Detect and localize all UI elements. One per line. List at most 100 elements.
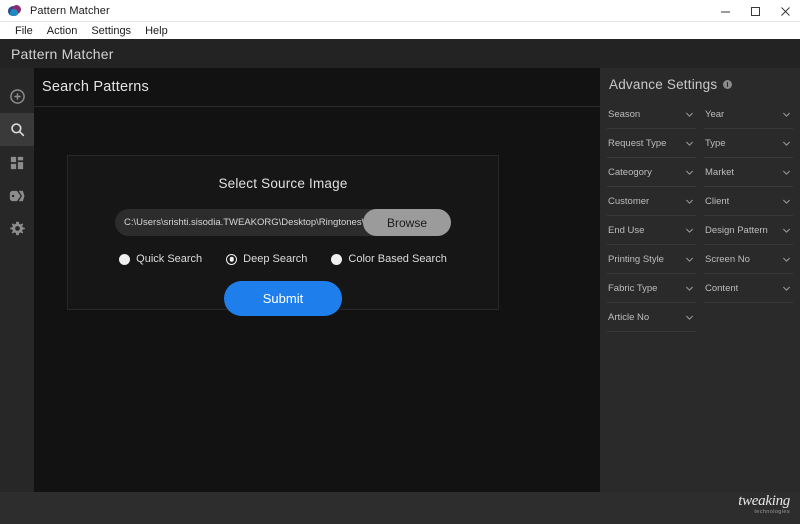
dropdown-printing-style[interactable]: Printing Style [607, 245, 696, 274]
dropdown-year[interactable]: Year [704, 100, 793, 129]
dropdown-label: Request Type [608, 137, 667, 149]
app-header: Pattern Matcher [0, 39, 800, 68]
radio-indicator [331, 253, 343, 265]
browse-button[interactable]: Browse [363, 209, 451, 236]
radio-option-quick-search[interactable]: Quick Search [119, 253, 202, 265]
close-icon [780, 6, 790, 16]
dropdown-label: Screen No [705, 253, 750, 265]
dropdown-content[interactable]: Content [704, 274, 793, 303]
dropdown-screen-no[interactable]: Screen No [704, 245, 793, 274]
dropdown-label: Printing Style [608, 253, 664, 265]
dropdown-label: Season [608, 108, 641, 120]
radio-label: Deep Search [243, 253, 308, 265]
dropdown-label: Type [705, 137, 726, 149]
chevron-down-icon [685, 168, 694, 177]
radio-label: Quick Search [136, 253, 203, 265]
chevron-down-icon [685, 313, 694, 322]
chevron-down-icon [685, 197, 694, 206]
sidebar-item-settings[interactable] [0, 212, 34, 245]
minimize-icon [720, 11, 730, 12]
menu-bar: File Action Settings Help [0, 22, 800, 39]
chevron-down-icon [782, 284, 791, 293]
dropdown-label: Design Pattern [705, 224, 768, 236]
title-bar: Pattern Matcher [0, 0, 800, 22]
watermark-text: tweaking [738, 493, 790, 509]
select-source-image-card: Select Source Image Browse Quick Search … [67, 155, 499, 316]
radio-indicator-selected [226, 253, 238, 265]
app-logo-icon [7, 3, 23, 19]
dropdown-request-type[interactable]: Request Type [607, 129, 696, 158]
maximize-button[interactable] [740, 0, 770, 22]
search-icon [10, 123, 24, 137]
dropdown-label: Market [705, 166, 735, 178]
tag-icon [9, 190, 25, 201]
filter-dropdown-grid: Season Request Type Cateogory Customer E… [600, 100, 800, 332]
dropdown-label: Cateogory [608, 166, 652, 178]
chevron-down-icon [685, 284, 694, 293]
dropdown-season[interactable]: Season [607, 100, 696, 129]
watermark-subtext: technologies [754, 509, 790, 515]
menu-item-settings[interactable]: Settings [84, 24, 138, 38]
dropdown-client[interactable]: Client [704, 187, 793, 216]
minimize-button[interactable] [710, 0, 740, 22]
search-mode-radio-group: Quick Search Deep Search Color Based Sea… [68, 253, 498, 265]
chevron-down-icon [782, 197, 791, 206]
dropdown-label: Content [705, 282, 739, 294]
card-title: Select Source Image [218, 176, 348, 191]
sidebar-item-dashboard[interactable] [0, 146, 34, 179]
dropdown-design-pattern[interactable]: Design Pattern [704, 216, 793, 245]
menu-item-help[interactable]: Help [138, 24, 175, 38]
chevron-down-icon [685, 110, 694, 119]
dropdown-label: Year [705, 108, 725, 120]
page-title: Search Patterns [42, 79, 149, 95]
advance-settings-title: Advance Settings [609, 76, 718, 92]
dropdown-article-no[interactable]: Article No [607, 303, 696, 332]
dropdown-fabric-type[interactable]: Fabric Type [607, 274, 696, 303]
dropdown-label: Article No [608, 311, 650, 323]
window-title: Pattern Matcher [30, 4, 110, 17]
maximize-icon [750, 6, 760, 16]
chevron-down-icon [685, 226, 694, 235]
menu-item-action[interactable]: Action [40, 24, 85, 38]
radio-option-color-based-search[interactable]: Color Based Search [331, 253, 447, 265]
chevron-down-icon [782, 110, 791, 119]
dropdown-label: Fabric Type [608, 282, 658, 294]
dropdown-customer[interactable]: Customer [607, 187, 696, 216]
chevron-down-icon [782, 168, 791, 177]
radio-indicator [119, 253, 131, 265]
sidebar-item-add[interactable] [0, 80, 34, 113]
sidebar-item-search[interactable] [0, 113, 34, 146]
chevron-down-icon [782, 255, 791, 264]
close-button[interactable] [770, 0, 800, 22]
dropdown-market[interactable]: Market [704, 158, 793, 187]
sidebar-item-tags[interactable] [0, 179, 34, 212]
application-window: Pattern Matcher File Action Settings Hel… [0, 0, 800, 524]
advance-settings-header: Advance Settings [600, 68, 800, 100]
dropdown-label: Client [705, 195, 730, 207]
filter-column-left: Season Request Type Cateogory Customer E… [607, 100, 696, 332]
plus-circle-icon [9, 89, 25, 104]
app-title: Pattern Matcher [11, 45, 114, 62]
submit-row: Submit [68, 281, 498, 316]
dropdown-label: End Use [608, 224, 645, 236]
filter-column-right: Year Type Market Client Design Pattern S… [704, 100, 793, 332]
dropdown-type[interactable]: Type [704, 129, 793, 158]
source-path-row: Browse [115, 209, 451, 236]
chevron-down-icon [782, 226, 791, 235]
dropdown-end-use[interactable]: End Use [607, 216, 696, 245]
chevron-down-icon [685, 255, 694, 264]
dropdown-category[interactable]: Cateogory [607, 158, 696, 187]
grid-icon [10, 156, 24, 169]
status-bar [0, 492, 800, 524]
sidebar-rail [0, 68, 34, 492]
watermark-logo: tweaking technologies [706, 494, 790, 520]
submit-button[interactable]: Submit [224, 281, 342, 316]
gear-icon [9, 221, 25, 236]
advance-settings-panel: Advance Settings Season Request Type Cat… [600, 68, 800, 492]
window-controls [710, 0, 800, 22]
info-icon[interactable] [723, 79, 733, 89]
chevron-down-icon [685, 139, 694, 148]
dropdown-label: Customer [608, 195, 650, 207]
menu-item-file[interactable]: File [8, 24, 40, 38]
radio-option-deep-search[interactable]: Deep Search [226, 253, 307, 265]
